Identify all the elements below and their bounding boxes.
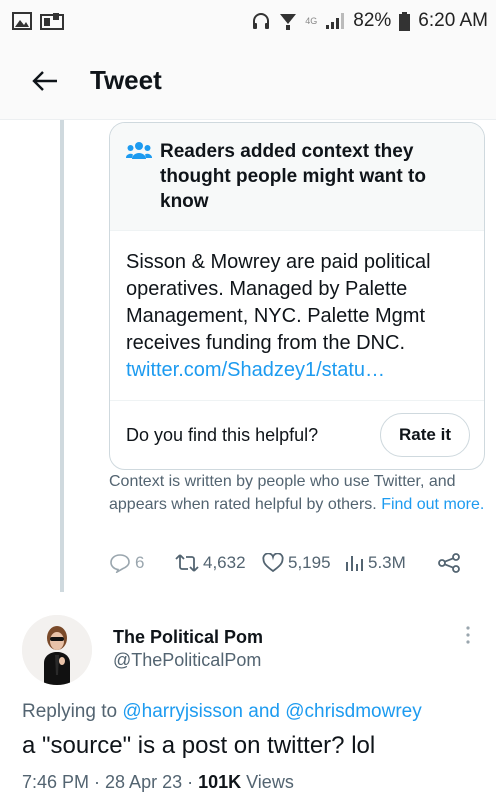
reply-icon bbox=[110, 554, 130, 573]
clock: 6:20 AM bbox=[418, 10, 488, 31]
reply-button[interactable]: 6 bbox=[109, 553, 175, 573]
notification-icon bbox=[40, 13, 64, 30]
note-header: Readers added context they thought peopl… bbox=[110, 123, 484, 231]
note-body: Sisson & Mowrey are paid political opera… bbox=[110, 231, 484, 401]
heart-icon bbox=[262, 553, 284, 573]
retweet-count: 4,632 bbox=[203, 553, 246, 572]
headphones-icon bbox=[253, 13, 270, 29]
gallery-icon bbox=[12, 12, 32, 30]
tweet-text: a "source" is a post on twitter? lol bbox=[22, 732, 376, 759]
share-button[interactable] bbox=[438, 553, 460, 573]
retweet-button[interactable]: 4,632 bbox=[175, 553, 262, 573]
replying-prefix: Replying to bbox=[22, 701, 118, 722]
profile-photo-icon bbox=[22, 615, 92, 685]
share-icon bbox=[438, 553, 460, 573]
replying-to-mentions[interactable]: @harryjsisson and @chrisdmowrey bbox=[122, 701, 421, 722]
tweet-actions: 6 4,632 5,195 5.3M bbox=[109, 553, 489, 573]
note-text: Sisson & Mowrey are paid political opera… bbox=[126, 251, 431, 354]
views-total: 101K bbox=[198, 772, 242, 792]
like-button[interactable]: 5,195 bbox=[262, 553, 344, 573]
context-info: Context is written by people who use Twi… bbox=[109, 470, 489, 516]
tweet-meta: 7:46 PM · 28 Apr 23 · 101K Views bbox=[22, 772, 294, 793]
battery-icon bbox=[399, 11, 411, 31]
arrow-left-icon bbox=[32, 70, 57, 91]
like-count: 5,195 bbox=[288, 553, 331, 572]
note-heading: Readers added context they thought peopl… bbox=[160, 141, 426, 212]
retweet-icon bbox=[175, 554, 199, 572]
analytics-icon bbox=[346, 556, 363, 571]
battery-percent: 82% bbox=[353, 10, 392, 31]
more-vertical-icon bbox=[466, 626, 470, 644]
page-header: Tweet bbox=[0, 42, 496, 120]
author-handle[interactable]: @ThePoliticalPom bbox=[113, 650, 261, 671]
note-source-link[interactable]: twitter.com/Shadzey1/statu… bbox=[126, 359, 385, 381]
more-options-button[interactable] bbox=[465, 625, 471, 645]
helpful-question: Do you find this helpful? bbox=[126, 424, 319, 445]
page-title: Tweet bbox=[90, 65, 162, 95]
replying-to: Replying to @harryjsisson and @chrisdmow… bbox=[22, 701, 422, 723]
reply-count: 6 bbox=[135, 553, 145, 572]
network-label: 4G bbox=[305, 16, 318, 26]
people-icon bbox=[126, 142, 152, 159]
views-button[interactable]: 5.3M bbox=[344, 553, 438, 573]
note-rating-row: Do you find this helpful? Rate it bbox=[110, 401, 484, 469]
thread-line bbox=[60, 120, 64, 592]
views-count: 5.3M bbox=[368, 553, 406, 572]
signal-icon bbox=[326, 13, 345, 29]
avatar[interactable] bbox=[22, 615, 92, 685]
status-bar: 4G 82% 6:20 AM bbox=[0, 0, 496, 42]
author-name[interactable]: The Political Pom bbox=[113, 627, 263, 648]
back-button[interactable] bbox=[0, 70, 90, 92]
find-out-more-link[interactable]: Find out more. bbox=[381, 496, 484, 513]
wifi-icon bbox=[280, 14, 297, 30]
community-note: Readers added context they thought peopl… bbox=[109, 122, 485, 470]
timestamp: 7:46 PM · 28 Apr 23 · bbox=[22, 772, 199, 792]
rate-it-button[interactable]: Rate it bbox=[380, 413, 470, 457]
views-label: Views bbox=[241, 772, 294, 792]
